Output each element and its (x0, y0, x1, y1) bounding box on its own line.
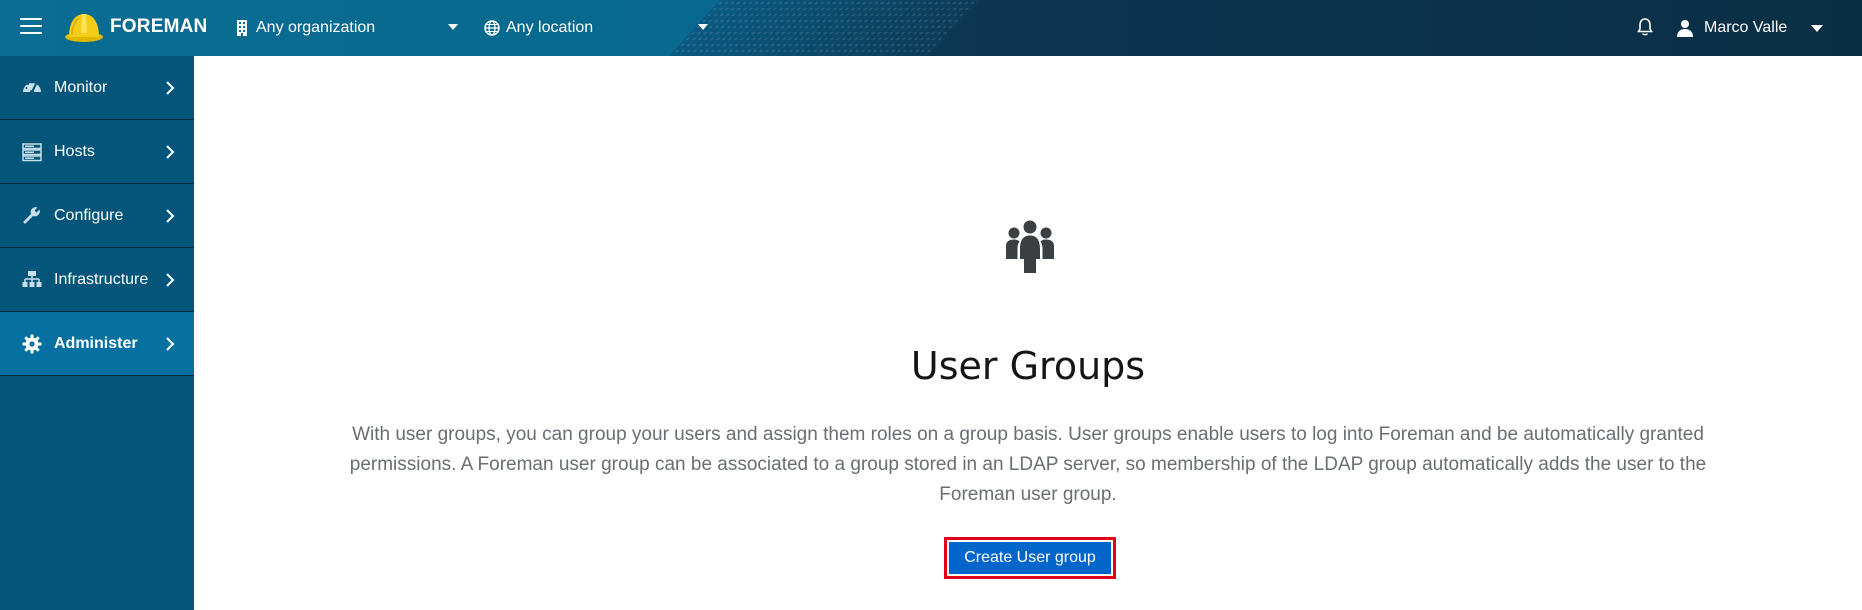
hamburger-menu-icon[interactable] (20, 18, 42, 36)
create-user-group-button[interactable]: Create User group (949, 542, 1111, 574)
chevron-right-icon (166, 144, 175, 159)
brand[interactable]: FOREMAN (64, 8, 207, 46)
user-caret-icon (1811, 24, 1824, 32)
sidebar-item-infrastructure[interactable]: Infrastructure (0, 248, 194, 312)
dashboard-gauge-icon (23, 81, 41, 94)
gear-icon (22, 334, 42, 353)
user-icon (1677, 20, 1693, 37)
sidebar-item-label: Infrastructure (54, 270, 149, 288)
globe-icon (484, 20, 500, 36)
navbar-decoration (669, 0, 980, 56)
sidebar-item-administer[interactable]: Administer (0, 312, 194, 376)
top-navbar: FOREMAN Any organization Any location Ma… (0, 0, 1862, 56)
sidebar-item-label: Monitor (54, 78, 108, 96)
chevron-right-icon (166, 336, 175, 351)
organization-caret-icon (448, 24, 458, 30)
location-label: Any location (506, 19, 594, 36)
sidebar-item-monitor[interactable]: Monitor (0, 56, 194, 120)
wrench-icon (23, 206, 40, 224)
location-selector[interactable]: Any location (484, 0, 710, 56)
sidebar-nav: Monitor Hosts Configure Infrastructure A… (0, 56, 194, 610)
page-title: User Groups (910, 344, 1146, 388)
server-icon (22, 142, 42, 161)
organization-label: Any organization (256, 19, 376, 36)
sidebar-item-hosts[interactable]: Hosts (0, 120, 194, 184)
hard-hat-logo-icon (65, 14, 103, 42)
organization-selector[interactable]: Any organization (236, 0, 460, 56)
location-caret-icon (698, 24, 708, 30)
create-button-highlight: Create User group (944, 537, 1116, 579)
user-menu[interactable]: Marco Valle (1676, 0, 1824, 56)
building-icon (237, 20, 247, 36)
chevron-right-icon (166, 208, 175, 223)
chevron-right-icon (166, 272, 175, 287)
users-icon (1006, 220, 1054, 273)
main-content: User Groups With user groups, you can gr… (194, 56, 1862, 610)
empty-state-description: With user groups, you can group your use… (349, 424, 1707, 505)
brand-name: FOREMAN (110, 16, 208, 37)
user-name: Marco Valle (1704, 19, 1788, 36)
network-icon (22, 270, 42, 287)
chevron-right-icon (166, 80, 175, 95)
notification-bell-icon[interactable] (1636, 17, 1654, 37)
sidebar-item-configure[interactable]: Configure (0, 184, 194, 248)
sidebar-item-label: Administer (54, 334, 138, 352)
sidebar-item-label: Hosts (54, 142, 95, 160)
sidebar-item-label: Configure (54, 206, 124, 224)
